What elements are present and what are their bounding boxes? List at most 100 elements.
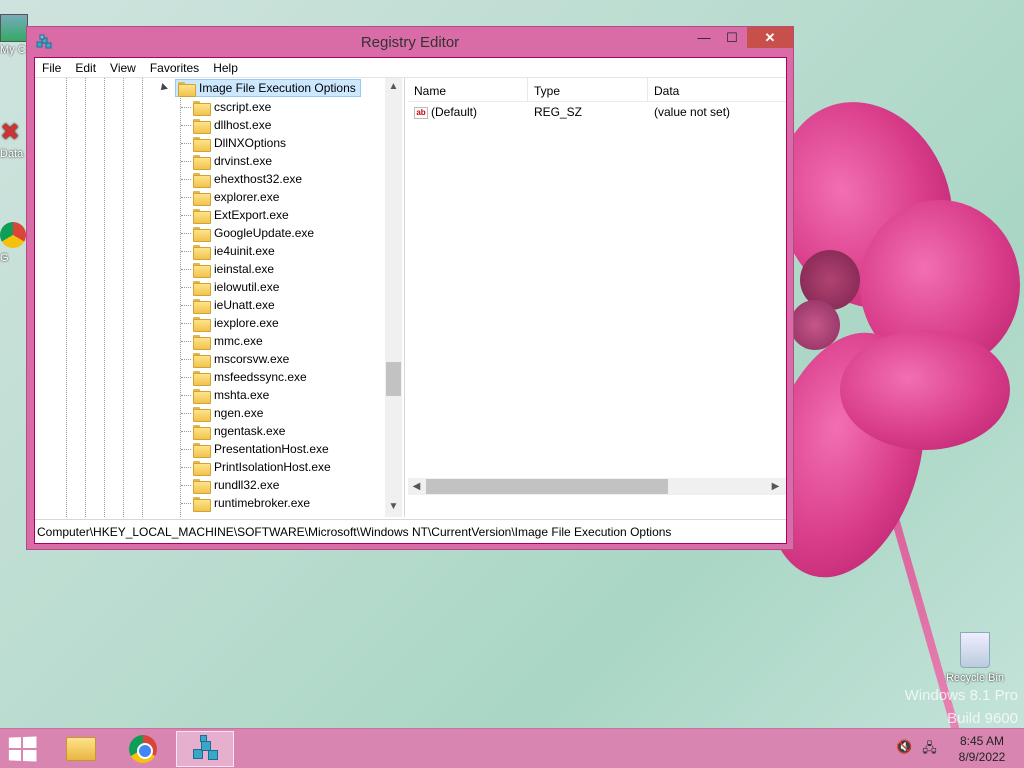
recycle-bin-label: Recycle Bin <box>945 672 1005 684</box>
tree-item-label: iexplore.exe <box>214 316 279 330</box>
folder-icon <box>193 316 211 332</box>
list-row[interactable]: ab (Default) REG_SZ (value not set) <box>408 102 786 122</box>
tree-item[interactable]: mshta.exe <box>181 386 331 404</box>
string-value-icon: ab <box>414 106 428 119</box>
folder-icon <box>193 298 211 314</box>
tree-item-label: ngen.exe <box>214 406 264 420</box>
tree-item-label: ehexthost32.exe <box>214 172 303 186</box>
tree-selected-key[interactable]: Image File Execution Options <box>158 79 361 97</box>
value-name: (Default) <box>431 105 478 119</box>
tree-item[interactable]: drvinst.exe <box>181 152 331 170</box>
taskbar-file-explorer[interactable] <box>52 731 110 767</box>
tree-key-label: Image File Execution Options <box>199 81 356 95</box>
scroll-up-arrow-icon[interactable]: ▲ <box>385 78 402 95</box>
tree-item[interactable]: rundll32.exe <box>181 476 331 494</box>
taskbar-clock[interactable]: 8:45 AM 8/9/2022 <box>952 733 1012 765</box>
tree-item[interactable]: ExtExport.exe <box>181 206 331 224</box>
scroll-right-arrow-icon[interactable]: ▶ <box>767 478 784 495</box>
tree-item-label: ielowutil.exe <box>214 280 280 294</box>
tree-item[interactable]: mmc.exe <box>181 332 331 350</box>
tree-item-label: rundll32.exe <box>214 478 280 492</box>
scroll-thumb[interactable] <box>426 479 668 494</box>
start-button[interactable] <box>8 736 39 762</box>
tree-item[interactable]: ngentask.exe <box>181 422 331 440</box>
tree-item[interactable]: iexplore.exe <box>181 314 331 332</box>
list-horizontal-scrollbar[interactable]: ◀ ▶ <box>408 478 786 495</box>
values-list-pane[interactable]: Name Type Data ab (Default) REG_SZ (value… <box>408 78 786 517</box>
tree-item[interactable]: PrintIsolationHost.exe <box>181 458 331 476</box>
tree-item-label: runtimebroker.exe <box>214 496 311 510</box>
scroll-left-arrow-icon[interactable]: ◀ <box>408 478 425 495</box>
menu-favorites[interactable]: Favorites <box>143 58 206 77</box>
minimize-button[interactable]: — <box>691 27 717 48</box>
list-header: Name Type Data <box>408 78 786 102</box>
tree-item[interactable]: PresentationHost.exe <box>181 440 331 458</box>
column-header-type[interactable]: Type <box>528 78 648 101</box>
regedit-cube-shape <box>208 750 218 760</box>
key-tree-pane[interactable]: Image File Execution Options cscript.exe… <box>35 78 405 517</box>
value-name-cell: ab (Default) <box>408 105 528 119</box>
volume-muted-icon[interactable]: 🔇 <box>896 739 912 761</box>
tree-item[interactable]: ielowutil.exe <box>181 278 331 296</box>
tree-item-label: mmc.exe <box>214 334 263 348</box>
tree-selection[interactable]: Image File Execution Options <box>175 79 361 97</box>
tree-item[interactable]: ie4uinit.exe <box>181 242 331 260</box>
folder-icon <box>193 154 211 170</box>
collapse-arrow-icon[interactable] <box>158 83 168 93</box>
column-header-data[interactable]: Data <box>648 78 786 101</box>
close-button[interactable]: ✕ <box>747 27 793 48</box>
folder-icon <box>193 424 211 440</box>
taskbar-chrome[interactable] <box>114 731 172 767</box>
network-icon[interactable]: 🖧 <box>922 739 937 761</box>
column-header-name[interactable]: Name <box>408 78 528 101</box>
flower-petal <box>840 330 1010 450</box>
menu-view[interactable]: View <box>103 58 143 77</box>
folder-icon <box>193 496 211 512</box>
folder-icon <box>193 460 211 476</box>
recycle-bin[interactable]: Recycle Bin <box>940 632 1010 684</box>
folder-icon <box>193 100 211 116</box>
folder-icon <box>193 388 211 404</box>
title-bar[interactable]: Registry Editor — ☐ ✕ <box>27 27 793 57</box>
watermark-build: Build 9600 <box>947 710 1018 727</box>
tree-item[interactable]: DllNXOptions <box>181 134 331 152</box>
windows-watermark: Windows 8.1 Pro Build 9600 <box>905 684 1018 730</box>
tree-item[interactable]: ieUnatt.exe <box>181 296 331 314</box>
folder-icon <box>178 81 196 97</box>
tree-item[interactable]: msfeedssync.exe <box>181 368 331 386</box>
tree-item[interactable]: dllhost.exe <box>181 116 331 134</box>
taskbar-registry-editor[interactable] <box>176 731 234 767</box>
tree-item-label: ieinstal.exe <box>214 262 275 276</box>
value-data: (value not set) <box>654 105 731 119</box>
scroll-thumb[interactable] <box>386 362 401 396</box>
menu-file[interactable]: File <box>35 58 68 77</box>
tree-item[interactable]: ieinstal.exe <box>181 260 331 278</box>
tree-item[interactable]: runtimebroker.exe <box>181 494 331 512</box>
folder-icon <box>193 370 211 386</box>
maximize-button[interactable]: ☐ <box>719 27 745 48</box>
menu-help[interactable]: Help <box>206 58 245 77</box>
tree-item[interactable]: mscorsvw.exe <box>181 350 331 368</box>
tree-guide-line <box>142 78 143 517</box>
tree-item-label: mshta.exe <box>214 388 270 402</box>
folder-icon <box>193 172 211 188</box>
file-explorer-icon <box>66 737 96 761</box>
tree-item[interactable]: ehexthost32.exe <box>181 170 331 188</box>
folder-icon <box>193 406 211 422</box>
regedit-icon <box>191 735 219 763</box>
windows-logo-pane <box>23 750 37 762</box>
folder-icon <box>193 352 211 368</box>
tree-item[interactable]: ngen.exe <box>181 404 331 422</box>
tree-item[interactable]: cscript.exe <box>181 98 331 116</box>
tree-item[interactable]: GoogleUpdate.exe <box>181 224 331 242</box>
clock-time: 8:45 AM <box>959 734 1005 748</box>
tree-vertical-scrollbar[interactable]: ▲ ▼ <box>385 78 402 517</box>
tree-item[interactable]: explorer.exe <box>181 188 331 206</box>
windows-logo-pane <box>8 737 22 749</box>
menu-edit[interactable]: Edit <box>68 58 103 77</box>
chrome-icon <box>129 735 157 763</box>
tree-item-label: GoogleUpdate.exe <box>214 226 315 240</box>
folder-icon <box>193 442 211 458</box>
tree-children: cscript.exe dllhost.exe DllNXOptions drv… <box>181 98 331 512</box>
scroll-down-arrow-icon[interactable]: ▼ <box>385 498 402 515</box>
